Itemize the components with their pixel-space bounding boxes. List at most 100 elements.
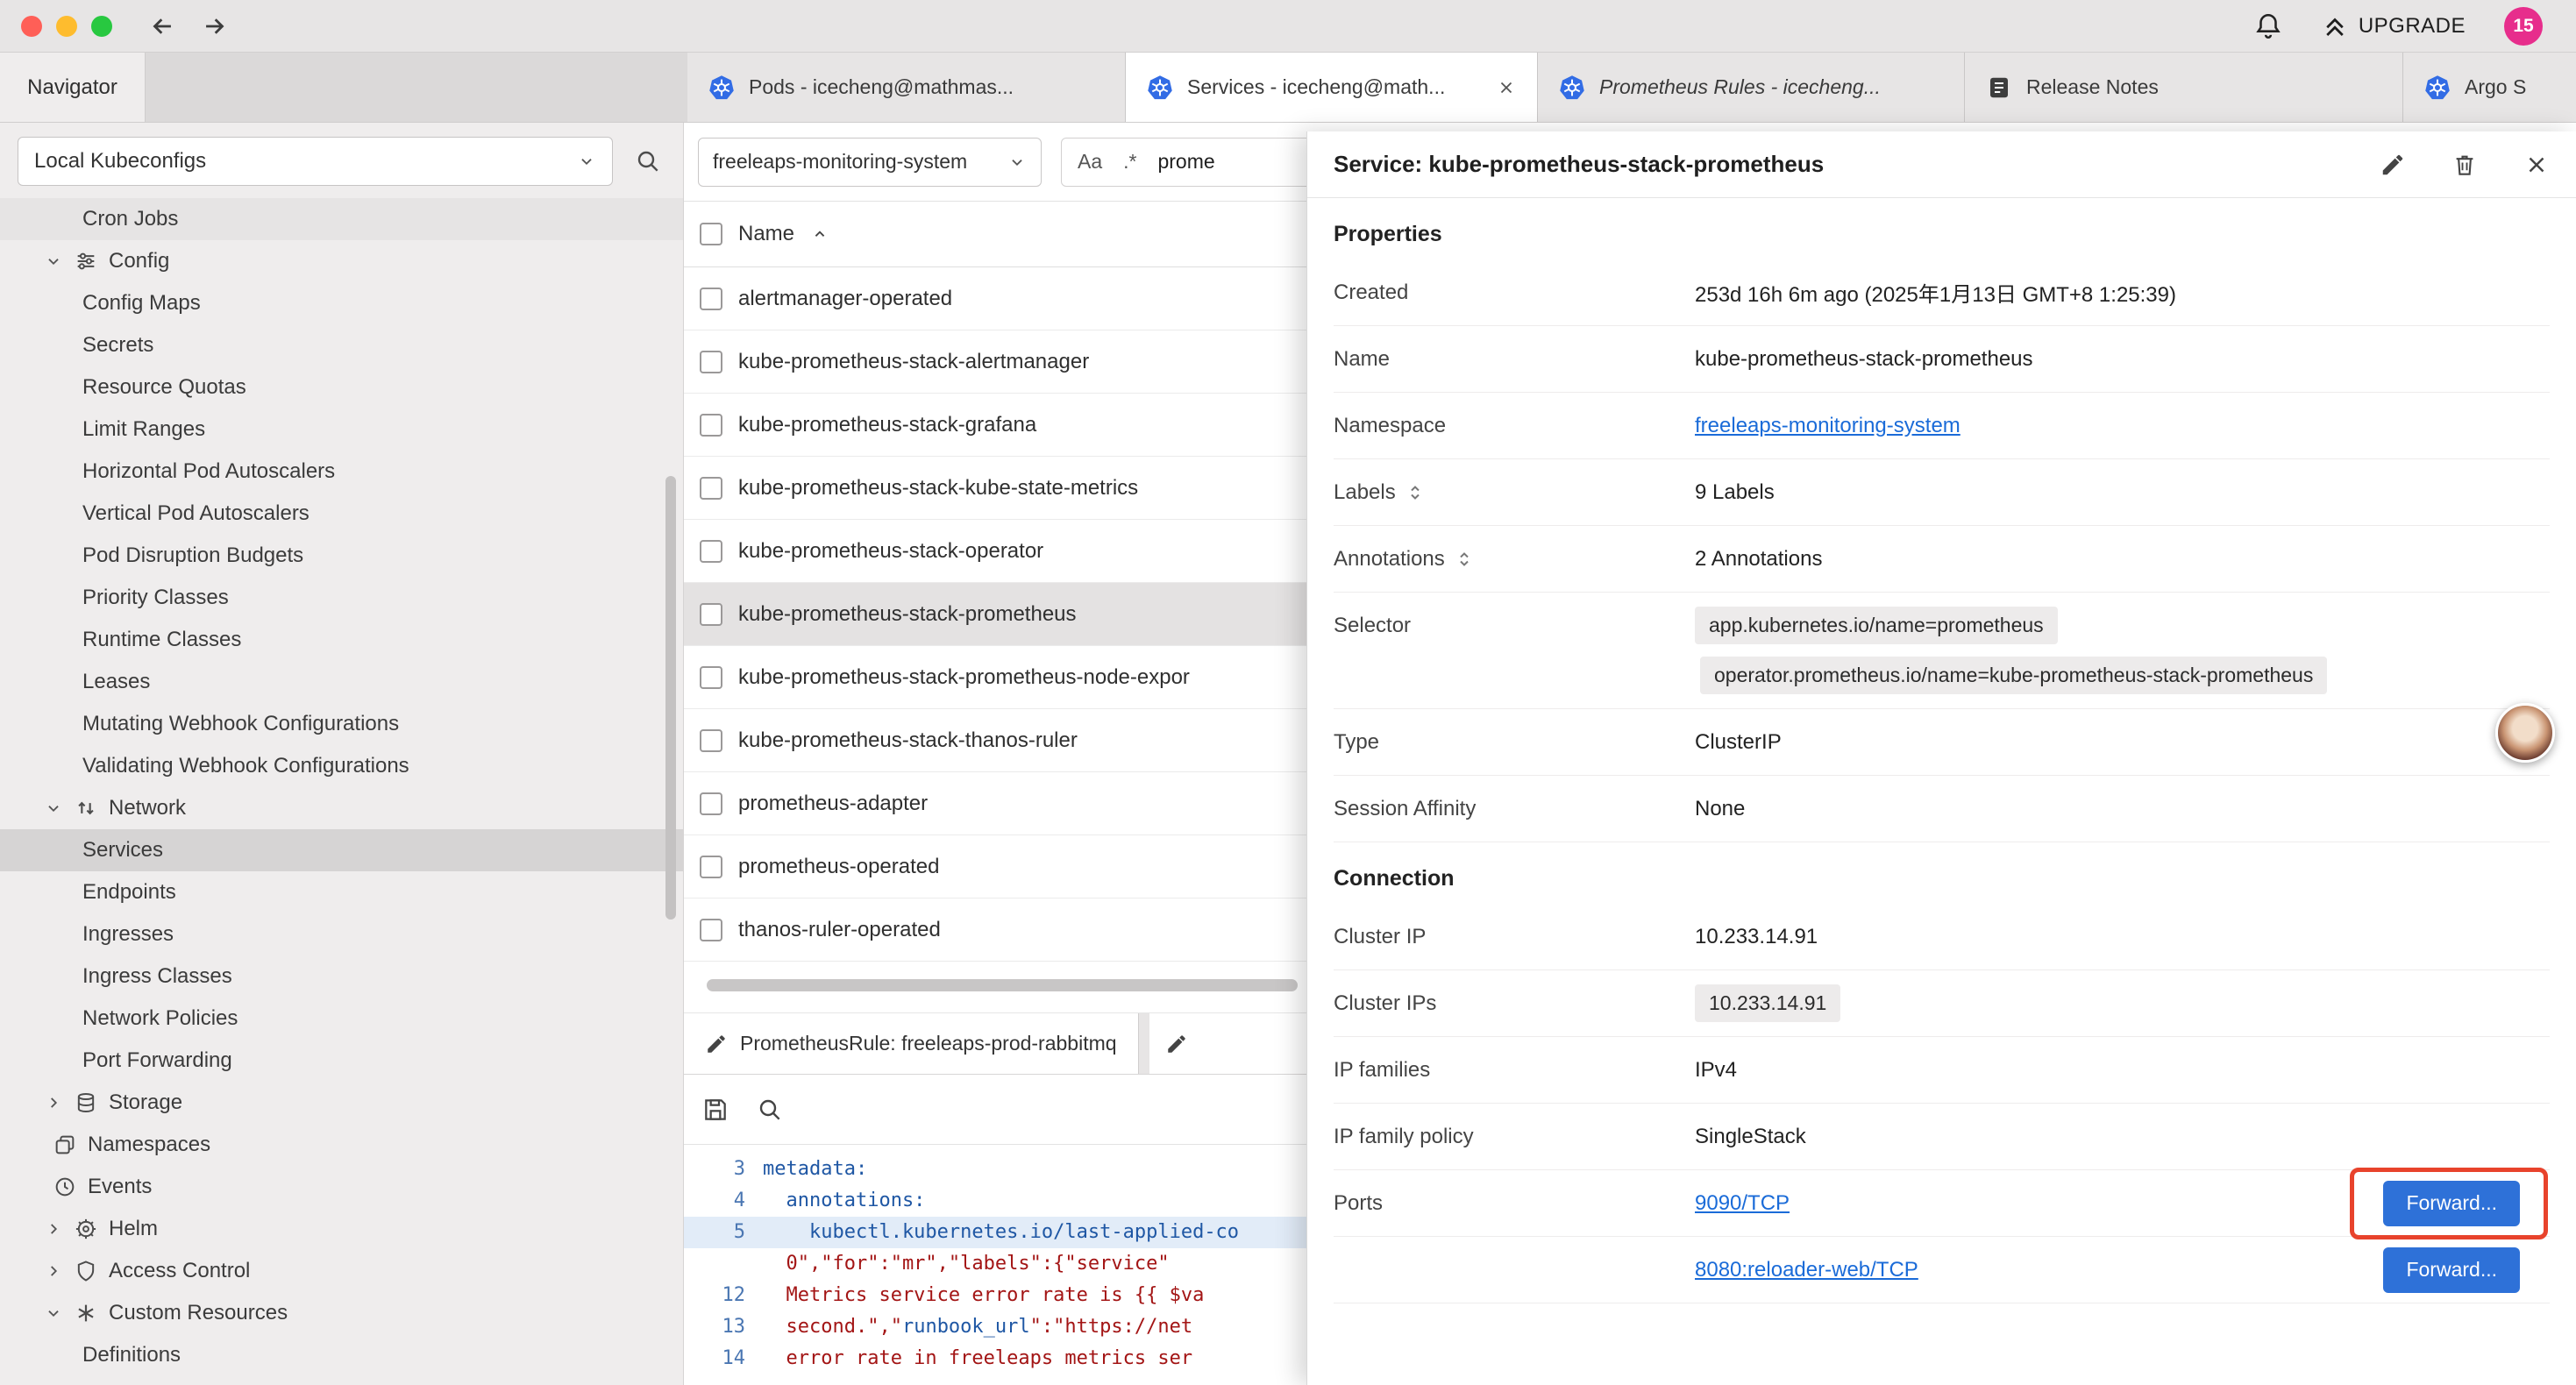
sidebar-item-ingresses[interactable]: Ingresses (0, 913, 683, 955)
upgrade-button[interactable]: UPGRADE (2322, 13, 2466, 39)
row-checkbox[interactable] (700, 540, 722, 563)
line-number: 4 (684, 1185, 763, 1217)
sidebar-item-helm[interactable]: Helm (0, 1208, 683, 1250)
horizontal-scrollbar-thumb[interactable] (707, 979, 1298, 991)
sidebar-item-custom-resources[interactable]: Custom Resources (0, 1292, 683, 1334)
close-icon[interactable] (2523, 152, 2550, 178)
connection-heading: Connection (1334, 842, 2550, 904)
row-checkbox[interactable] (700, 414, 722, 437)
navigator-scrollbar-thumb[interactable] (665, 476, 676, 920)
back-icon[interactable] (147, 11, 177, 41)
forward-button[interactable]: Forward... (2383, 1247, 2520, 1293)
sidebar-item-endpoints[interactable]: Endpoints (0, 871, 683, 913)
session-affinity-row: Session Affinity None (1334, 776, 2550, 842)
sidebar-item-leases[interactable]: Leases (0, 661, 683, 703)
save-icon[interactable] (701, 1096, 729, 1124)
sidebar-item-access-control[interactable]: Access Control (0, 1250, 683, 1292)
edit-pencil-icon[interactable] (2380, 152, 2406, 178)
upgrade-label: UPGRADE (2359, 14, 2466, 39)
tab-services[interactable]: Services - icecheng@math... (1126, 53, 1538, 122)
cluster-ips-row: Cluster IPs 10.233.14.91 (1334, 970, 2550, 1037)
sidebar-item-events[interactable]: Events (0, 1166, 683, 1208)
sidebar-item-services[interactable]: Services (0, 829, 683, 871)
ip-family-policy-row: IP family policy SingleStack (1334, 1104, 2550, 1170)
select-all-checkbox[interactable] (700, 223, 722, 245)
kubernetes-icon (708, 75, 735, 101)
dock-tab-prometheusrule[interactable]: PrometheusRule: freeleaps-prod-rabbitmq (684, 1013, 1139, 1074)
navigator-search-button[interactable] (630, 144, 665, 179)
namespace-selector[interactable]: freeleaps-monitoring-system (698, 138, 1042, 187)
tab-prometheus-rules[interactable]: Prometheus Rules - icecheng... (1538, 53, 1965, 122)
row-checkbox[interactable] (700, 856, 722, 878)
navigator-tab[interactable]: Navigator (0, 53, 146, 122)
sidebar-item-pod-disruption-budgets[interactable]: Pod Disruption Budgets (0, 535, 683, 577)
kubeconfig-selector[interactable]: Local Kubeconfigs (18, 137, 613, 186)
chevron-right-icon (44, 1093, 63, 1112)
row-checkbox[interactable] (700, 729, 722, 752)
detail-title: Service: kube-prometheus-stack-prometheu… (1334, 151, 1824, 178)
sidebar-item-secrets[interactable]: Secrets (0, 324, 683, 366)
release-notes-icon (1986, 75, 2012, 101)
sidebar-item-resource-quotas[interactable]: Resource Quotas (0, 366, 683, 408)
config-icon (74, 249, 98, 273)
sidebar-item-horizontal-pod-autoscalers[interactable]: Horizontal Pod Autoscalers (0, 451, 683, 493)
sidebar-item-storage[interactable]: Storage (0, 1082, 683, 1124)
namespaces-icon (53, 1133, 77, 1157)
port-link[interactable]: 9090/TCP (1695, 1191, 1790, 1216)
sidebar-item-config-maps[interactable]: Config Maps (0, 282, 683, 324)
unfold-expand-icon[interactable] (1405, 482, 1426, 503)
sidebar-item-mutating-webhook-configurations[interactable]: Mutating Webhook Configurations (0, 703, 683, 745)
forward-icon[interactable] (200, 11, 230, 41)
delete-trash-icon[interactable] (2451, 152, 2478, 178)
cluster-ip-badge: 10.233.14.91 (1695, 984, 1840, 1022)
forward-button[interactable]: Forward... (2383, 1181, 2520, 1226)
notification-count-badge[interactable]: 15 (2504, 7, 2543, 46)
sidebar-item-vertical-pod-autoscalers[interactable]: Vertical Pod Autoscalers (0, 493, 683, 535)
namespace-row: Namespace freeleaps-monitoring-system (1334, 393, 2550, 459)
edit-pencil-icon (1165, 1033, 1188, 1055)
sidebar-item-ingress-classes[interactable]: Ingress Classes (0, 955, 683, 998)
sidebar-item-validating-webhook-configurations[interactable]: Validating Webhook Configurations (0, 745, 683, 787)
sidebar-item-definitions[interactable]: Definitions (0, 1334, 683, 1376)
sidebar-item-runtime-classes[interactable]: Runtime Classes (0, 619, 683, 661)
row-checkbox[interactable] (700, 792, 722, 815)
tab-pods[interactable]: Pods - icecheng@mathmas... (687, 53, 1126, 122)
tab-argo[interactable]: Argo S (2403, 53, 2576, 122)
match-case-toggle[interactable]: Aa (1078, 150, 1102, 174)
namespace-link[interactable]: freeleaps-monitoring-system (1695, 414, 1960, 438)
close-window-button[interactable] (21, 16, 42, 37)
sidebar-item-cron-jobs[interactable]: Cron Jobs (0, 198, 683, 240)
tab-close-icon[interactable] (1497, 78, 1516, 97)
row-checkbox[interactable] (700, 477, 722, 500)
row-checkbox[interactable] (700, 919, 722, 941)
minimize-window-button[interactable] (56, 16, 77, 37)
sidebar-item-port-forwarding[interactable]: Port Forwarding (0, 1040, 683, 1082)
row-checkbox[interactable] (700, 351, 722, 373)
chevron-right-icon (44, 1219, 63, 1239)
network-icon (74, 796, 98, 820)
sidebar-item-network[interactable]: Network (0, 787, 683, 829)
sidebar-item-priority-classes[interactable]: Priority Classes (0, 577, 683, 619)
helm-icon (74, 1217, 98, 1241)
port-link[interactable]: 8080:reloader-web/TCP (1695, 1258, 1918, 1282)
regex-toggle[interactable]: .* (1123, 150, 1136, 174)
editor-search-icon[interactable] (756, 1096, 784, 1124)
dock-tab-separator (1139, 1013, 1149, 1074)
row-checkbox[interactable] (700, 288, 722, 310)
sidebar-item-config[interactable]: Config (0, 240, 683, 282)
selector-row: Selector app.kubernetes.io/name=promethe… (1334, 593, 2550, 709)
kubernetes-icon (1147, 75, 1173, 101)
row-checkbox[interactable] (700, 603, 722, 626)
sidebar-item-limit-ranges[interactable]: Limit Ranges (0, 408, 683, 451)
row-checkbox[interactable] (700, 666, 722, 689)
assistant-avatar[interactable] (2495, 703, 2555, 763)
sort-ascending-icon[interactable] (810, 224, 829, 244)
kubernetes-icon (2424, 75, 2451, 101)
maximize-window-button[interactable] (91, 16, 112, 37)
sidebar-item-namespaces[interactable]: Namespaces (0, 1124, 683, 1166)
notifications-bell-icon[interactable] (2253, 11, 2283, 41)
unfold-expand-icon[interactable] (1454, 549, 1475, 570)
tab-release-notes[interactable]: Release Notes (1965, 53, 2403, 122)
sidebar-item-network-policies[interactable]: Network Policies (0, 998, 683, 1040)
name-column-header[interactable]: Name (738, 222, 794, 246)
